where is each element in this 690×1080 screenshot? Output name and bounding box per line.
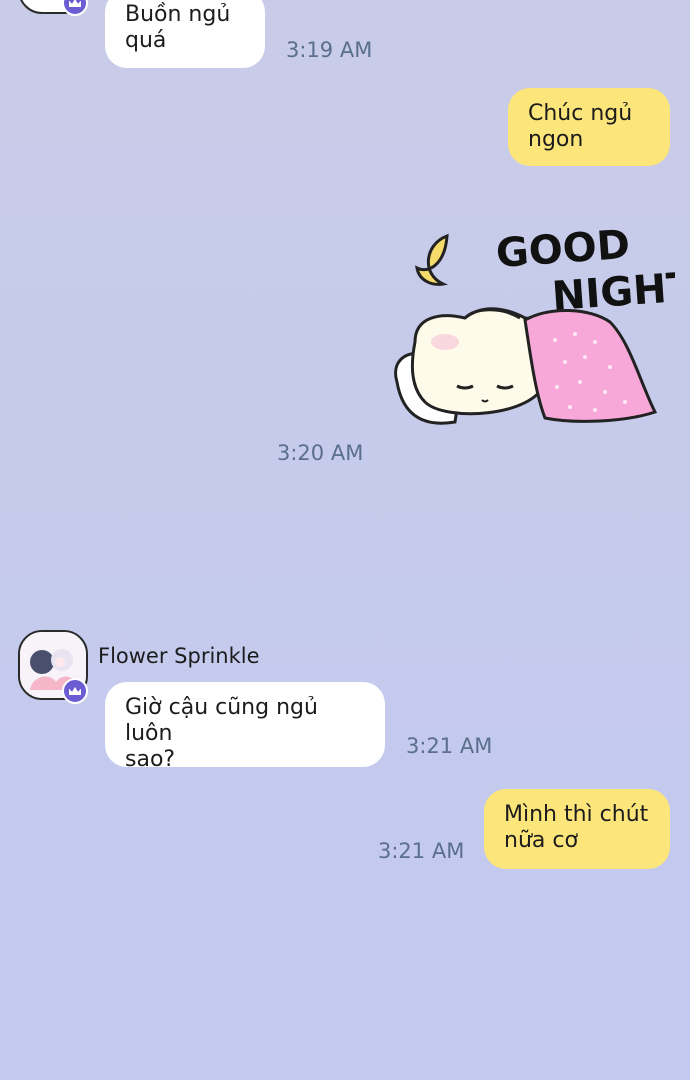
message-bubble-outgoing[interactable]: Chúc ngủ ngon: [508, 88, 670, 166]
message-bubble-incoming[interactable]: Buồn ngủ quá: [105, 0, 265, 68]
sleeping-bunny-sticker[interactable]: GOOD NIGHT: [385, 222, 690, 432]
sticker-graphic: GOOD NIGHT: [394, 222, 690, 425]
sticker-text-good: GOOD: [494, 222, 631, 277]
sender-name: Flower Sprinkle: [98, 644, 260, 668]
message-time: 3:21 AM: [378, 839, 465, 863]
message-bubble-outgoing[interactable]: Mình thì chút nữa cơ: [484, 789, 670, 869]
message-time: 3:21 AM: [406, 734, 493, 758]
moon-icon: [415, 233, 449, 286]
blanket: [523, 309, 658, 423]
message-bubble-incoming[interactable]: Giờ cậu cũng ngủ luôn sao?: [105, 682, 385, 772]
message-time: 3:19 AM: [286, 38, 373, 62]
chat-thread: Buồn ngủ quá 3:19 AM Chúc ngủ ngon GOOD …: [0, 0, 690, 1080]
crown-icon: [62, 678, 88, 704]
message-time: 3:20 AM: [277, 441, 364, 465]
